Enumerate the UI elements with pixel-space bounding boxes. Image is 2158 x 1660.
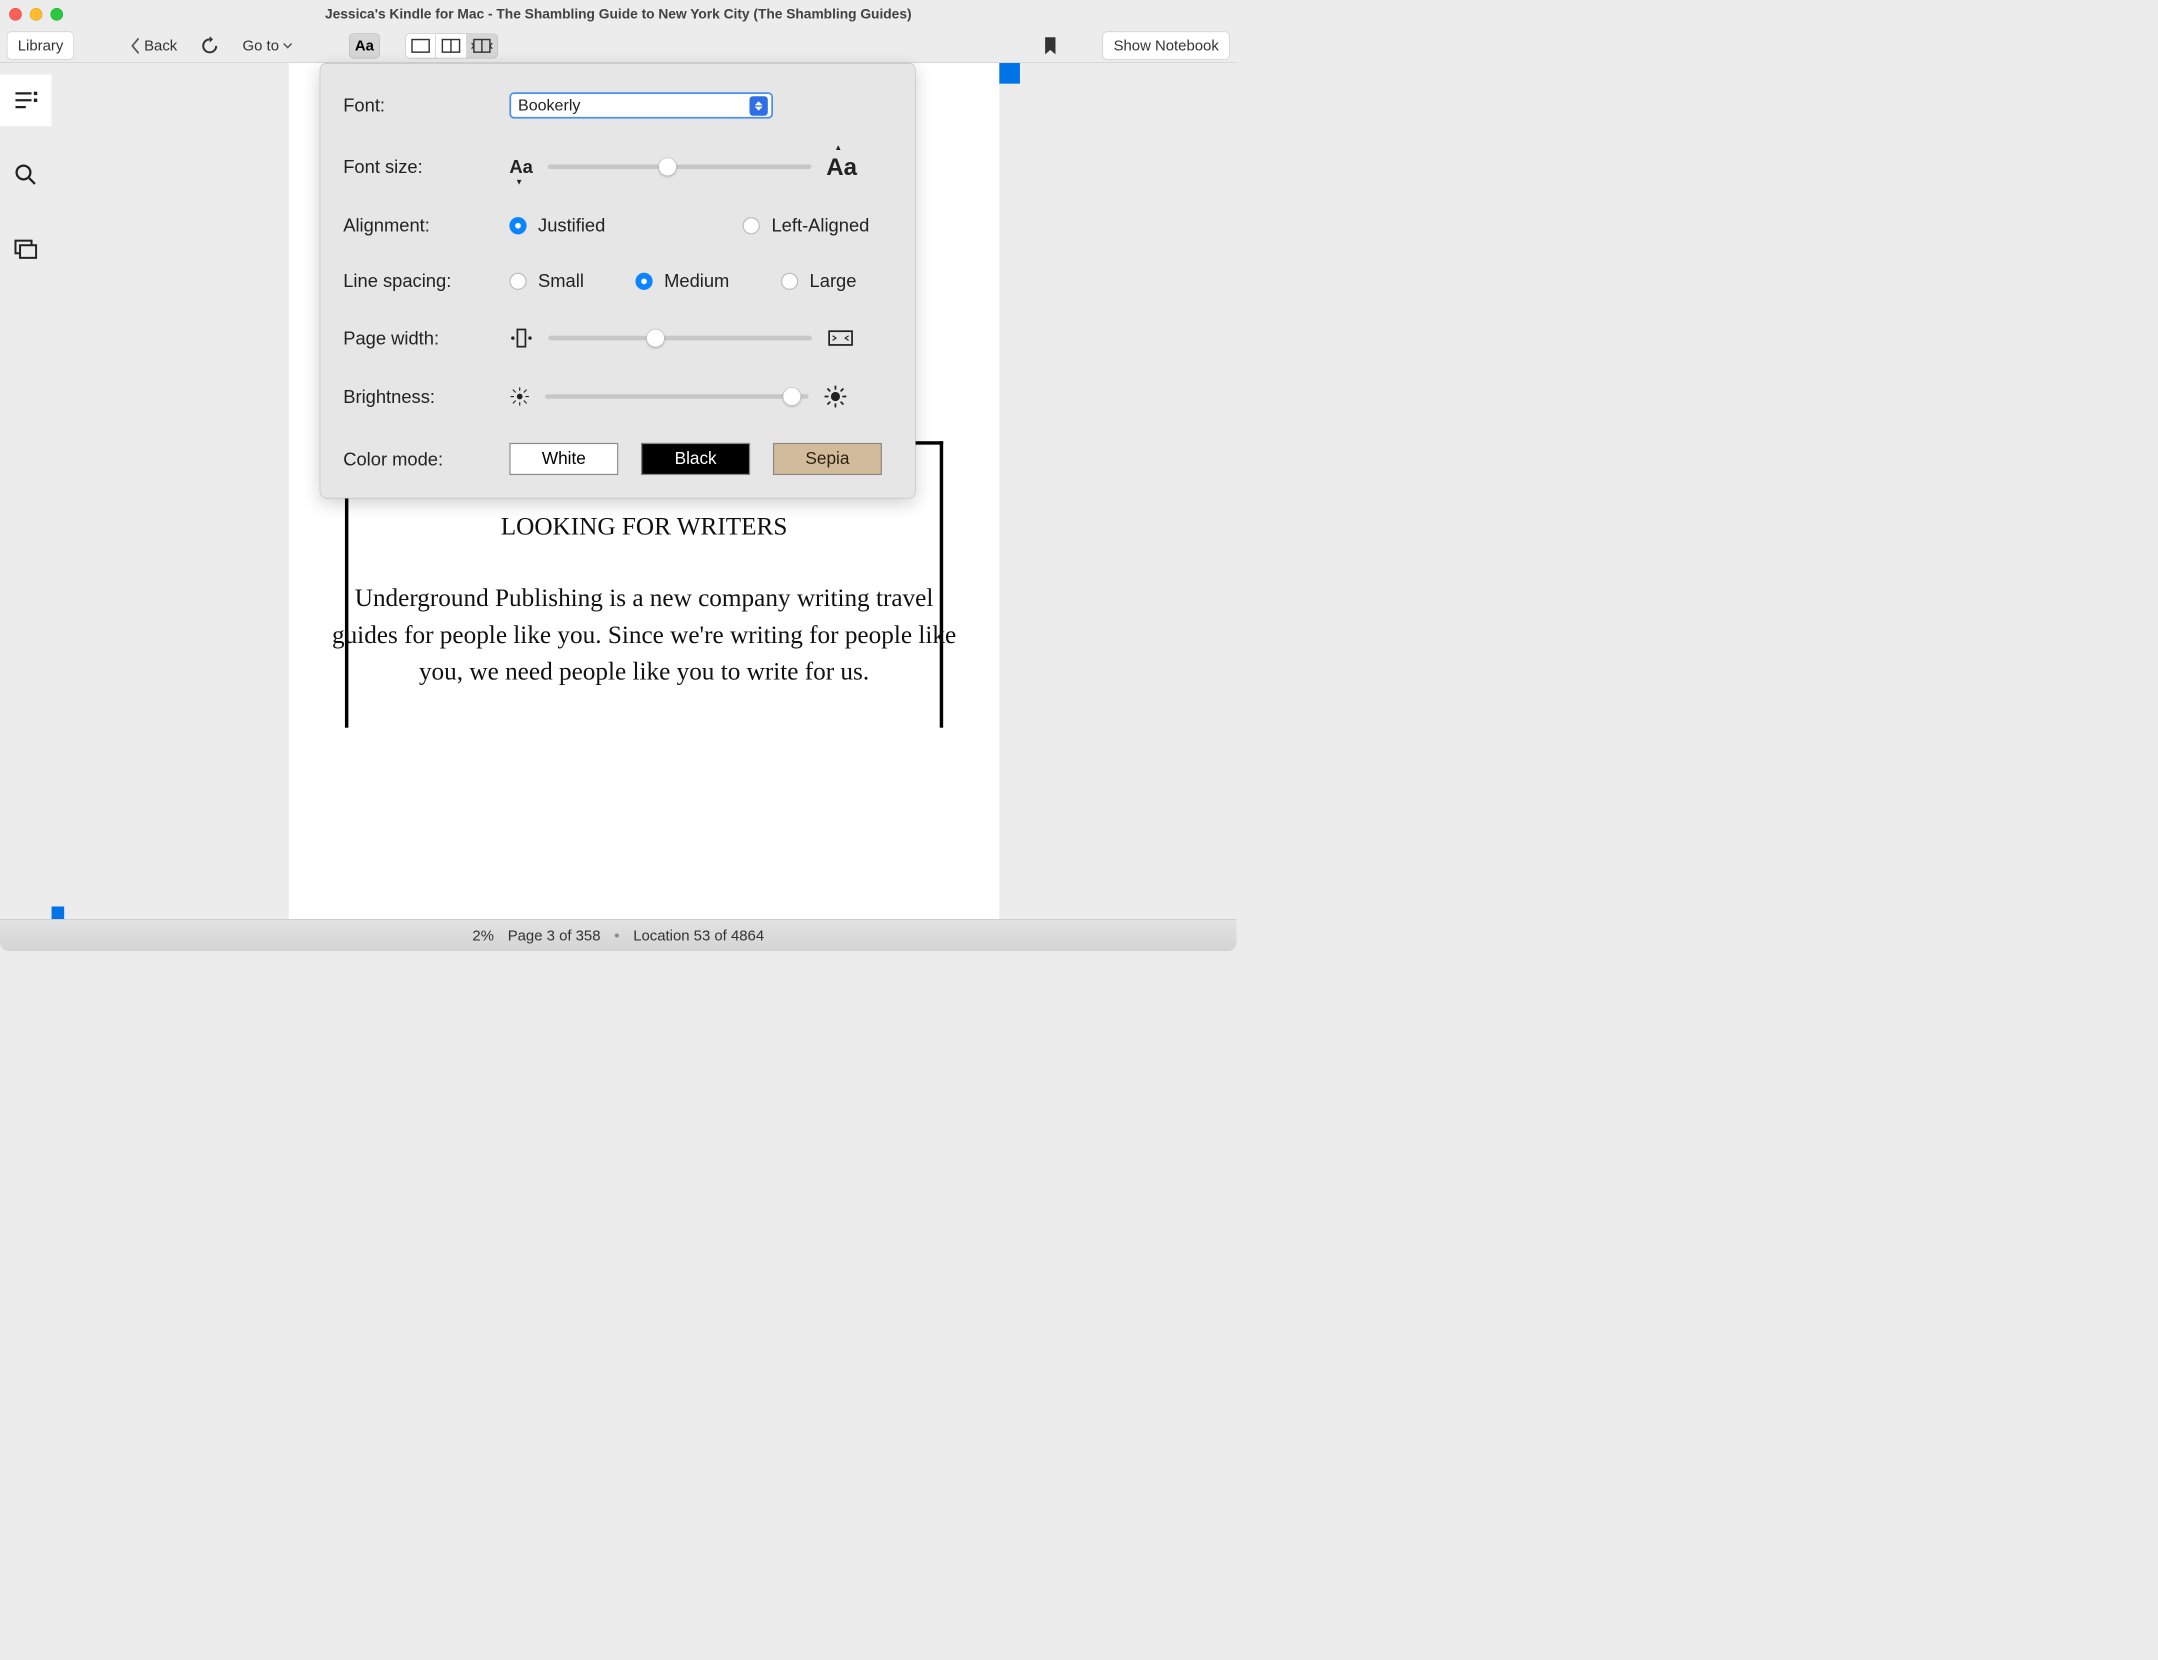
line-spacing-medium-radio[interactable]: [635, 272, 652, 289]
toolbar: Library Back Go to Aa: [0, 29, 1237, 63]
brightness-low-icon: [509, 386, 530, 407]
left-sidebar: [0, 63, 52, 919]
sidebar-flashcards-button[interactable]: [0, 223, 52, 275]
color-mode-sepia-button[interactable]: Sepia: [773, 443, 882, 475]
two-column-icon: [441, 38, 460, 53]
page-heading-2: LOOKING FOR WRITERS: [329, 508, 959, 546]
select-chevrons-icon: [749, 96, 767, 115]
alignment-group: Justified Left-Aligned: [509, 215, 892, 236]
color-mode-sepia-label: Sepia: [805, 449, 849, 468]
status-bar: 2% Page 3 of 358 • Location 53 of 4864: [0, 919, 1237, 951]
color-mode-black-label: Black: [675, 449, 717, 468]
brightness-label: Brightness:: [343, 386, 509, 407]
line-spacing-small-radio[interactable]: [509, 272, 526, 289]
line-spacing-small-label: Small: [538, 270, 584, 291]
font-size-thumb[interactable]: [658, 158, 676, 176]
alignment-label: Alignment:: [343, 215, 509, 236]
window-title: Jessica's Kindle for Mac - The Shambling…: [0, 6, 1237, 22]
titlebar: Jessica's Kindle for Mac - The Shambling…: [0, 0, 1237, 29]
page-width-label: Page width:: [343, 327, 509, 348]
library-button[interactable]: Library: [7, 32, 74, 60]
line-spacing-large-label: Large: [810, 270, 857, 291]
single-column-icon: [411, 38, 430, 53]
font-label: Font:: [343, 95, 509, 116]
status-page: Page 3 of 358: [508, 927, 601, 945]
status-percent: 2%: [472, 927, 494, 945]
content-area: Underground Publishing LOOKING FOR WRITE…: [52, 63, 1237, 919]
color-mode-label: Color mode:: [343, 448, 509, 469]
show-notebook-label: Show Notebook: [1114, 37, 1219, 55]
page-width-thumb[interactable]: [646, 329, 664, 347]
page-marker-bottom: [52, 906, 65, 919]
alignment-justified-label: Justified: [538, 215, 605, 236]
page-marker-top: [999, 63, 1020, 84]
sync-button[interactable]: [192, 31, 228, 60]
auto-column-icon: [471, 37, 494, 54]
alignment-justified-radio[interactable]: [509, 217, 526, 234]
font-select[interactable]: Bookerly: [509, 92, 773, 118]
search-icon: [14, 163, 37, 186]
color-mode-white-label: White: [542, 449, 586, 468]
color-mode-black-button[interactable]: Black: [641, 443, 750, 475]
alignment-left-label: Left-Aligned: [771, 215, 869, 236]
color-mode-white-button[interactable]: White: [509, 443, 618, 475]
show-notebook-button[interactable]: Show Notebook: [1103, 32, 1230, 60]
page-width-slider[interactable]: [548, 336, 812, 341]
sidebar-search-button[interactable]: [0, 149, 52, 201]
status-separator: •: [614, 927, 619, 945]
font-size-small-icon: Aa: [509, 156, 532, 177]
sidebar-toc-button[interactable]: [0, 74, 52, 126]
goto-label: Go to: [243, 37, 279, 55]
color-mode-group: White Black Sepia: [509, 443, 892, 475]
single-column-button[interactable]: [405, 33, 436, 58]
brightness-thumb[interactable]: [783, 387, 801, 405]
display-settings-popover: Font: Bookerly Font size: Aa Aa Alig: [320, 63, 916, 498]
brightness-high-icon: [823, 384, 847, 408]
bookmark-icon: [1043, 36, 1058, 55]
flashcards-icon: [14, 240, 37, 259]
line-spacing-label: Line spacing:: [343, 270, 509, 291]
line-spacing-medium-label: Medium: [664, 270, 729, 291]
bookmark-button[interactable]: [1035, 33, 1066, 58]
page-width-wide-icon: [827, 328, 855, 349]
goto-button[interactable]: Go to: [235, 32, 301, 59]
alignment-left-radio[interactable]: [743, 217, 760, 234]
view-mode-group: [405, 33, 498, 58]
auto-column-button[interactable]: [467, 33, 498, 58]
back-label: Back: [144, 37, 177, 55]
chevron-down-icon: [282, 42, 292, 49]
chevron-left-icon: [130, 38, 140, 54]
two-column-button[interactable]: [436, 33, 467, 58]
status-location: Location 53 of 4864: [633, 927, 764, 945]
page-paragraph: Underground Publishing is a new company …: [329, 580, 959, 690]
app-window: Jessica's Kindle for Mac - The Shambling…: [0, 0, 1237, 951]
line-spacing-large-radio[interactable]: [781, 272, 798, 289]
page-width-narrow-icon: [509, 326, 533, 350]
back-button[interactable]: Back: [122, 32, 185, 59]
font-size-slider[interactable]: [548, 164, 812, 169]
font-size-label: Font size:: [343, 156, 509, 177]
line-spacing-group: Small Medium Large: [509, 270, 892, 291]
library-label: Library: [18, 37, 64, 55]
display-settings-button[interactable]: Aa: [349, 33, 380, 58]
font-selected-value: Bookerly: [518, 96, 580, 114]
font-size-large-icon: Aa: [826, 153, 857, 181]
brightness-slider[interactable]: [545, 394, 809, 399]
toc-icon: [13, 90, 38, 111]
sync-icon: [200, 36, 219, 55]
